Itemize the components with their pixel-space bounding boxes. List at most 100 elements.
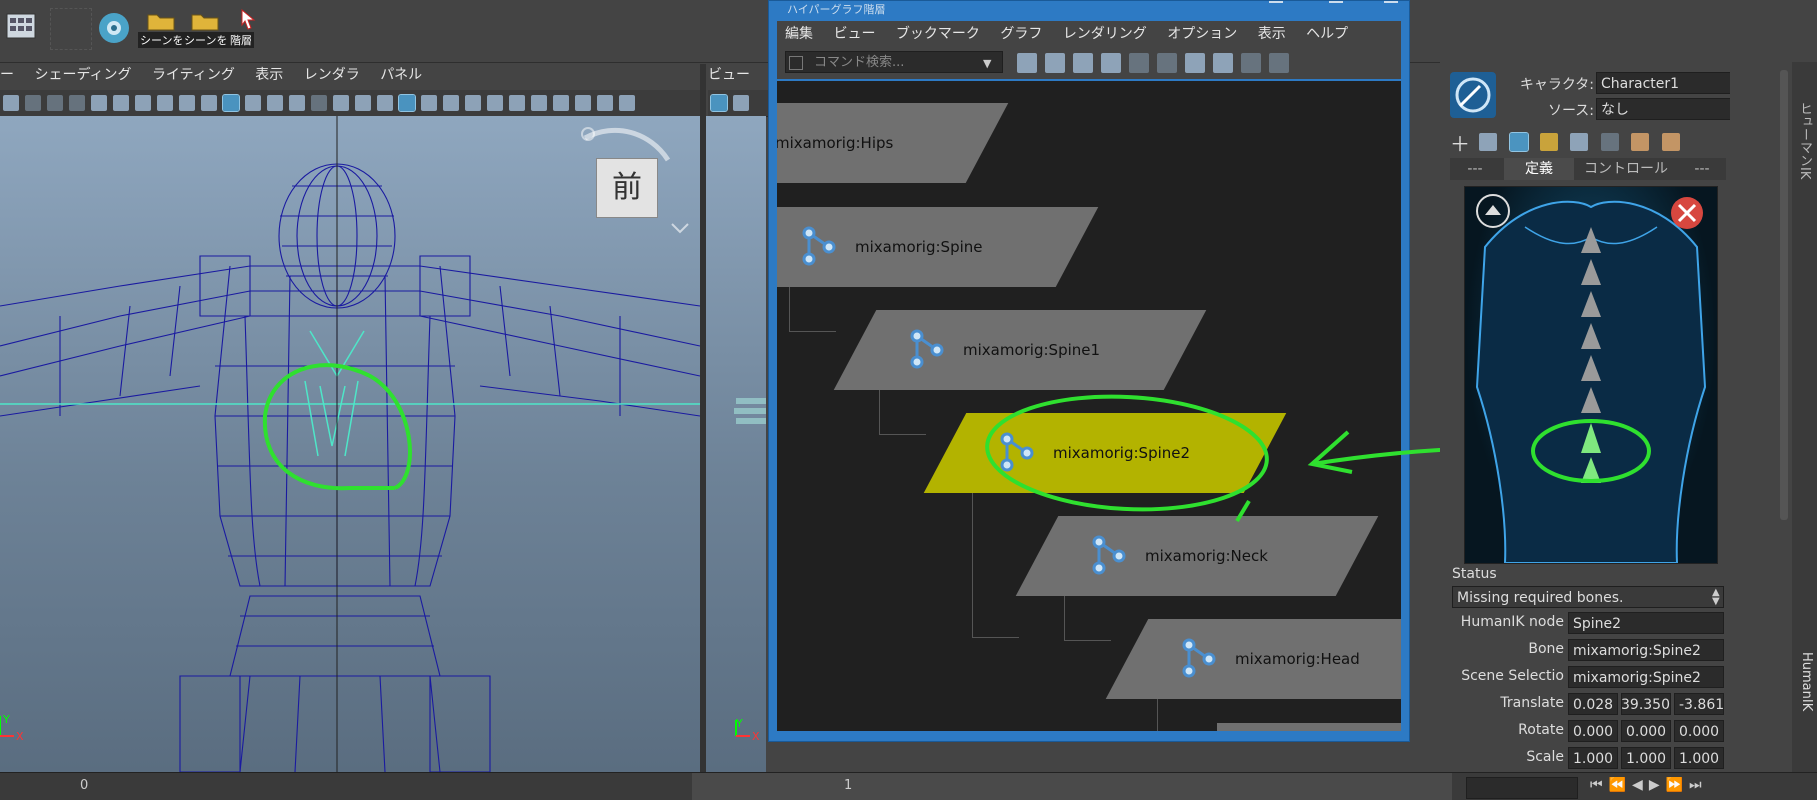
view-cube-front[interactable]: 前 xyxy=(596,158,658,218)
hypergraph-canvas[interactable]: mixamorig:Hips mixamorig:Spine mixamorig… xyxy=(777,81,1401,731)
timeline-range[interactable] xyxy=(692,773,1452,800)
menu-options[interactable]: オプション xyxy=(1167,26,1237,42)
smooth-shade-icon[interactable] xyxy=(421,95,437,111)
humanik-side-tab[interactable]: HumanIK xyxy=(1794,652,1814,762)
lock-icon[interactable] xyxy=(1479,133,1498,151)
translate-z-field[interactable]: -3.861 xyxy=(1674,693,1724,715)
up-arrow-icon[interactable] xyxy=(1476,194,1510,228)
menu-view[interactable]: ビュー xyxy=(833,26,875,42)
timeline-bar[interactable]: 0 1 ⏮⏪◀▶⏩⏭ xyxy=(0,772,1817,800)
edit-bookmark-icon[interactable] xyxy=(1213,53,1233,73)
close-icon[interactable] xyxy=(1671,197,1703,229)
grid-icon[interactable] xyxy=(245,95,261,111)
add-icon[interactable]: ＋ xyxy=(1450,132,1470,156)
image-plane-icon[interactable] xyxy=(69,95,85,111)
command-search-input[interactable]: コマンド検索... xyxy=(785,51,1003,73)
go-start-icon[interactable]: ⏮ xyxy=(1590,777,1609,793)
field-chart-icon[interactable] xyxy=(333,95,349,111)
rotate-z-field[interactable]: 0.000 xyxy=(1674,720,1724,742)
current-frame-field[interactable] xyxy=(1466,777,1578,799)
wireframe-on-shaded-icon[interactable] xyxy=(465,95,481,111)
graph-up-icon[interactable] xyxy=(1129,53,1149,73)
menu-item[interactable]: ー xyxy=(0,67,14,83)
frame-all-icon[interactable] xyxy=(1017,53,1037,73)
tab-empty-right[interactable]: --- xyxy=(1678,158,1726,180)
tab-empty-left[interactable]: --- xyxy=(1450,158,1500,180)
default-material-icon[interactable] xyxy=(443,95,459,111)
go-end-icon[interactable]: ⏭ xyxy=(1689,777,1708,793)
skeleton-definition-view[interactable] xyxy=(1464,186,1718,564)
save-icon[interactable] xyxy=(1570,133,1589,151)
snapshot-icon[interactable] xyxy=(135,95,151,111)
menu-show[interactable]: 表示 xyxy=(1258,26,1286,42)
spinner-arrows-icon[interactable]: ▲ ▼ xyxy=(1712,588,1720,607)
step-back-key-icon[interactable]: ⏪ xyxy=(1609,777,1632,793)
step-back-icon[interactable]: ◀ xyxy=(1632,777,1649,793)
menu-show[interactable]: 表示 xyxy=(255,67,283,83)
motion-blur-icon[interactable] xyxy=(575,95,591,111)
frame-selection-icon[interactable] xyxy=(1045,53,1065,73)
status-message[interactable]: Missing required bones. xyxy=(1452,586,1724,608)
menu-help[interactable]: ヘルプ xyxy=(1306,26,1348,42)
menu-graph[interactable]: グラフ xyxy=(1000,26,1042,42)
menu-renderer[interactable]: レンダラ xyxy=(304,67,360,83)
film-gate-icon[interactable] xyxy=(267,95,283,111)
trash-icon[interactable] xyxy=(1600,133,1619,151)
step-forward-icon[interactable]: ⏩ xyxy=(1666,777,1689,793)
minimize-icon[interactable] xyxy=(1269,1,1283,3)
ambient-occlusion-icon[interactable] xyxy=(553,95,569,111)
bone-field[interactable]: mixamorig:Spine2 xyxy=(1568,639,1724,661)
resolution-gate-icon[interactable] xyxy=(289,95,305,111)
tab-controls[interactable]: コントロール xyxy=(1578,158,1674,180)
camera-attr-icon[interactable] xyxy=(25,95,41,111)
graph-down-icon[interactable] xyxy=(1157,53,1177,73)
menu-rendering[interactable]: レンダリング xyxy=(1063,26,1147,42)
translate-y-field[interactable]: 39.350 xyxy=(1621,693,1671,715)
joint-xray-icon[interactable] xyxy=(222,94,240,112)
hierarchy-button[interactable]: 階層 xyxy=(228,8,272,48)
scene-selection-field[interactable]: mixamorig:Spine2 xyxy=(1568,666,1724,688)
frame-hierarchy-icon[interactable] xyxy=(1073,53,1093,73)
camera-icon[interactable] xyxy=(91,95,107,111)
safe-action-icon[interactable] xyxy=(355,95,371,111)
render-button[interactable] xyxy=(96,8,140,48)
lighting-icon[interactable] xyxy=(509,95,525,111)
scale-y-field[interactable]: 1.000 xyxy=(1621,747,1671,769)
scale-z-field[interactable]: 1.000 xyxy=(1674,747,1724,769)
bookmark-icon[interactable] xyxy=(157,95,173,111)
close-icon[interactable] xyxy=(1384,1,1398,3)
grid-app-button[interactable] xyxy=(4,8,48,48)
panel-scrollbar[interactable] xyxy=(1780,70,1788,520)
textured-icon[interactable] xyxy=(487,95,503,111)
mid-viewport[interactable]: Y X xyxy=(706,116,766,772)
wireframe-icon[interactable] xyxy=(398,94,416,112)
toggle-panel-icon[interactable] xyxy=(1269,53,1289,73)
open-scene-button-2[interactable]: シーンを xyxy=(182,8,230,48)
frame-branch-icon[interactable] xyxy=(1101,53,1121,73)
menu-edit[interactable]: 編集 xyxy=(785,26,813,42)
gate-mask-icon[interactable] xyxy=(311,95,327,111)
menu-view[interactable]: ビュー xyxy=(708,67,750,83)
dof-icon[interactable] xyxy=(619,95,635,111)
chevron-down-icon[interactable]: ▼ xyxy=(983,57,991,70)
shadows-icon[interactable] xyxy=(531,95,547,111)
translate-x-field[interactable]: 0.028 xyxy=(1568,693,1618,715)
select-camera-icon[interactable] xyxy=(733,95,749,111)
select-camera-icon[interactable] xyxy=(3,95,19,111)
safe-title-icon[interactable] xyxy=(377,95,393,111)
character-pose-icon[interactable] xyxy=(1631,133,1650,151)
skeleton-icon[interactable] xyxy=(1508,132,1529,152)
rotate-y-field[interactable]: 0.000 xyxy=(1621,720,1671,742)
menu-bookmarks[interactable]: ブックマーク xyxy=(896,26,980,42)
open-scene-button-1[interactable]: シーンを xyxy=(138,8,186,48)
side-tabs[interactable]: ヒューマンIK xyxy=(1794,102,1814,622)
pen-icon[interactable] xyxy=(179,95,195,111)
menu-panels[interactable]: パネル xyxy=(380,67,422,83)
menu-shading[interactable]: シェーディング xyxy=(34,67,131,83)
text-tool-icon[interactable] xyxy=(710,94,728,112)
lock-camera-icon[interactable] xyxy=(113,95,129,111)
humanik-node-field[interactable]: Spine2 xyxy=(1568,612,1724,634)
list-icon[interactable] xyxy=(1241,53,1261,73)
folder-icon[interactable] xyxy=(1540,133,1559,151)
scale-x-field[interactable]: 1.000 xyxy=(1568,747,1618,769)
